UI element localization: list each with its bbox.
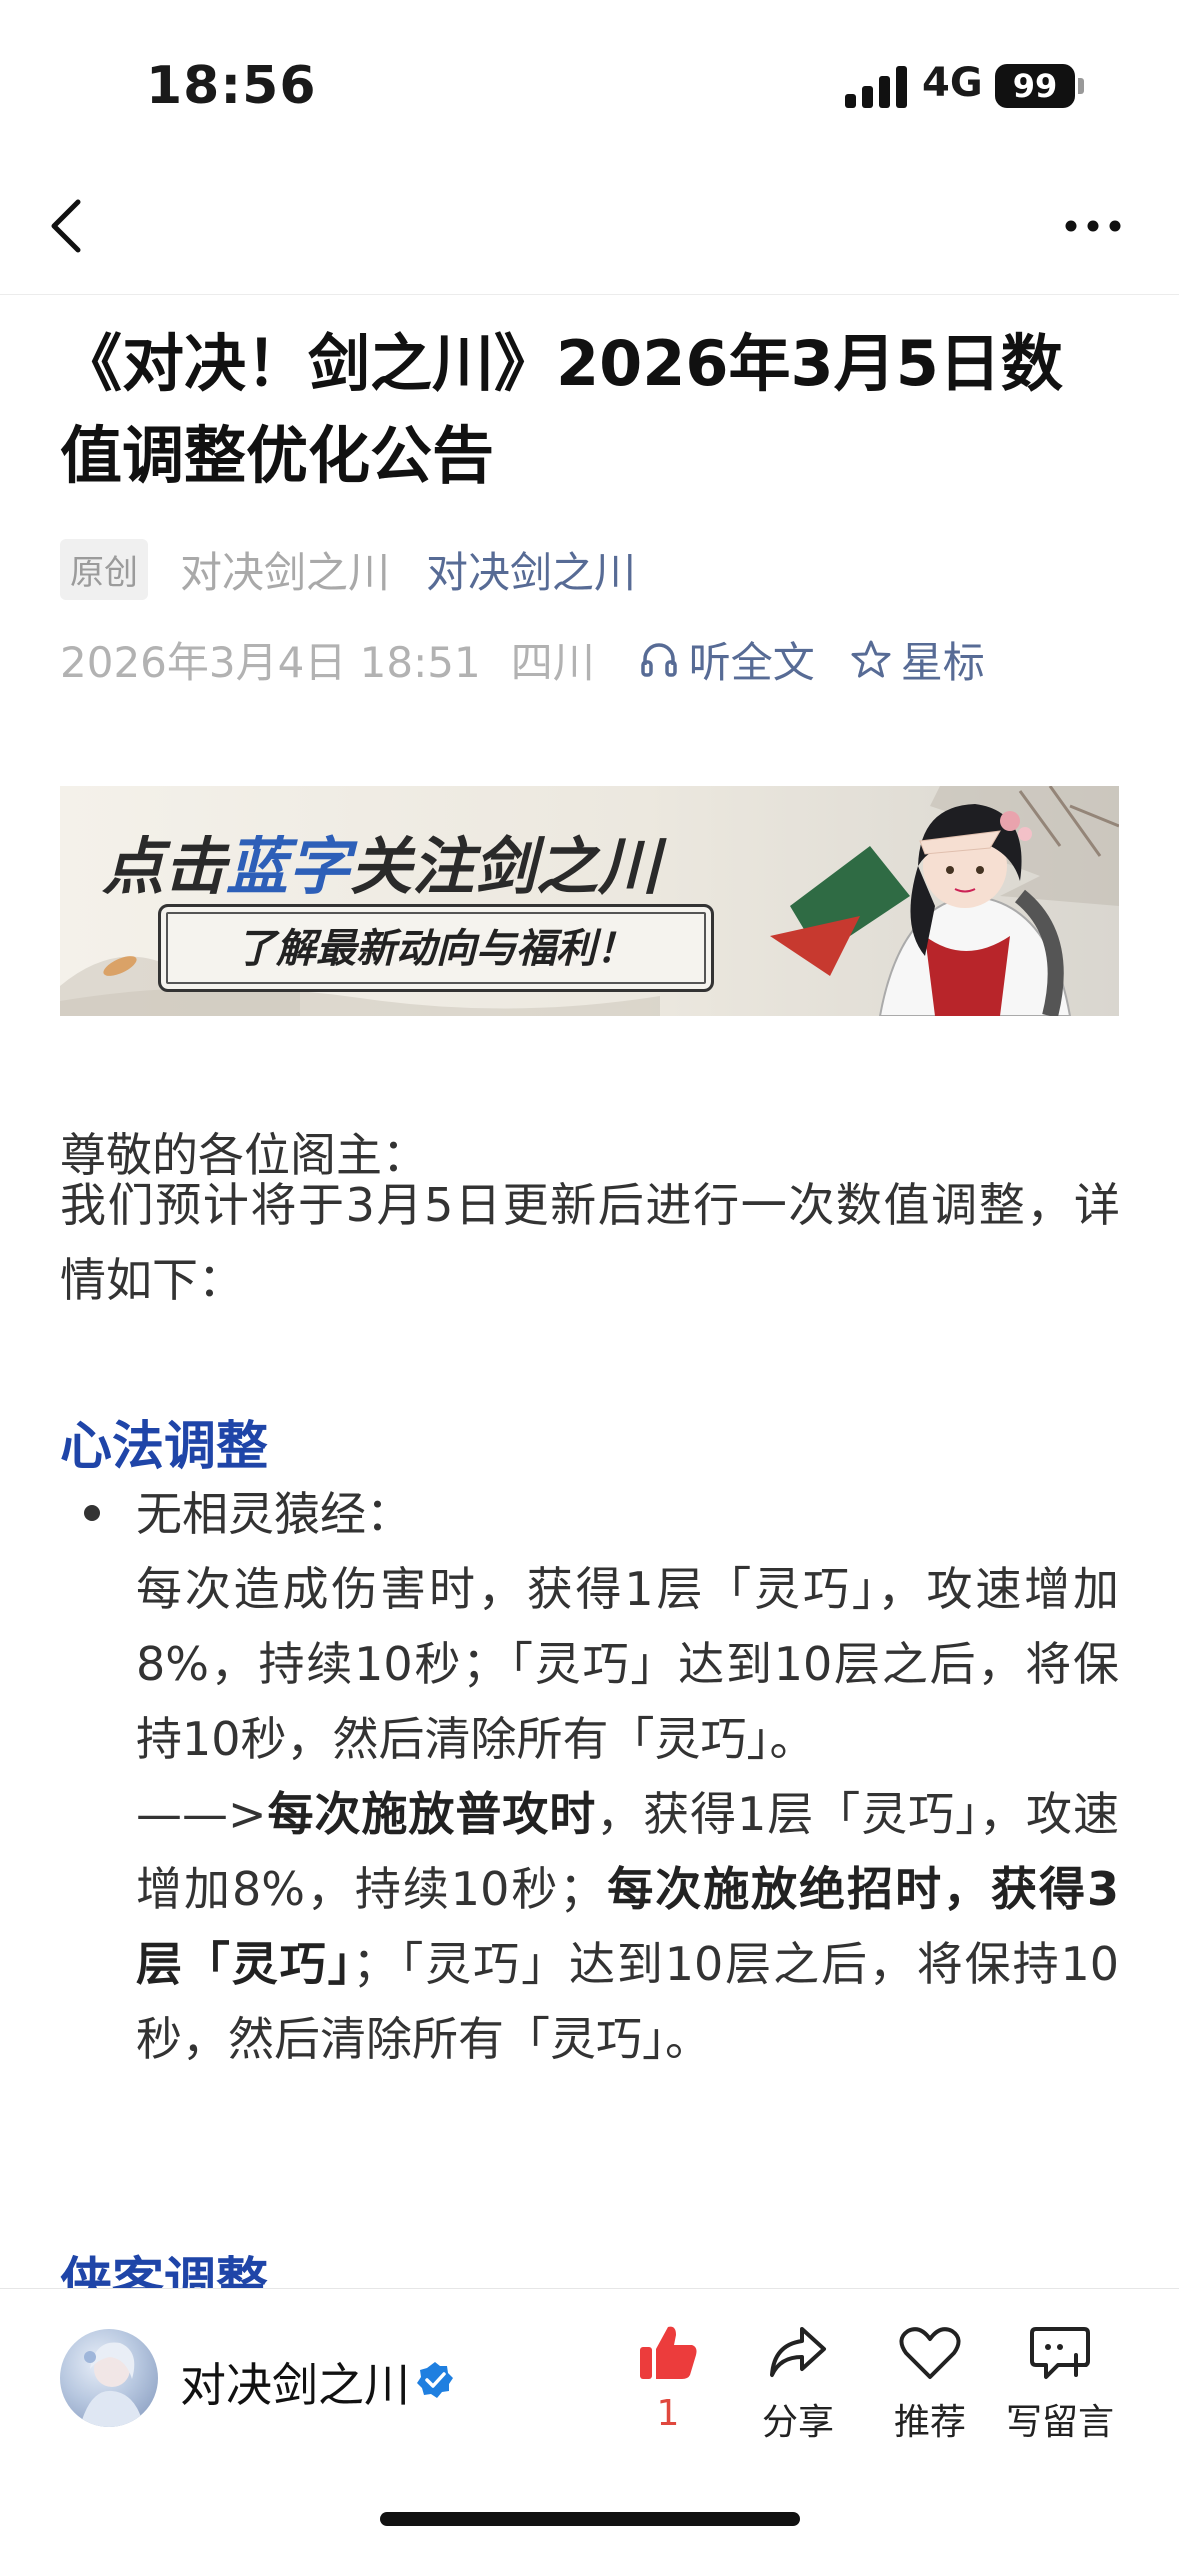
share-icon xyxy=(770,2327,826,2377)
battery-icon: 99 xyxy=(995,64,1075,108)
follow-banner[interactable]: 点击蓝字关注剑之川 了解最新动向与福利！ xyxy=(60,786,1119,1016)
item-new-effect: ——>每次施放普攻时，获得1层「灵巧」，攻速增加8%，持续10秒；每次施放绝招时… xyxy=(136,1787,1119,2066)
like-button[interactable]: 1 xyxy=(636,2323,700,2434)
verified-badge-icon xyxy=(417,2362,453,2398)
character-illustration xyxy=(770,804,1072,1016)
publish-date: 2026年3月4日 18:51 xyxy=(60,637,481,687)
headphones-icon xyxy=(640,643,677,677)
status-time: 18:56 xyxy=(146,56,317,116)
thumbs-up-icon xyxy=(640,2326,697,2379)
section-heading-xinfa: 心法调整 xyxy=(60,1417,269,1477)
account-avatar[interactable] xyxy=(60,2329,158,2427)
recommend-button[interactable]: 推荐 xyxy=(894,2323,966,2445)
list-bullet xyxy=(84,1505,100,1521)
back-arrow-icon[interactable] xyxy=(46,194,86,258)
share-button[interactable]: 分享 xyxy=(762,2323,834,2445)
star-label: 星标 xyxy=(900,637,985,687)
account-link[interactable]: 对决剑之川 xyxy=(426,539,636,600)
more-options-icon[interactable] xyxy=(1064,214,1122,238)
comment-icon xyxy=(1030,2327,1090,2379)
nav-bar xyxy=(0,170,1179,295)
item-name: 无相灵猿经： xyxy=(136,1487,412,1541)
comment-label: 写留言 xyxy=(1006,2402,1115,2443)
home-indicator[interactable] xyxy=(380,2512,800,2526)
star-button[interactable]: 星标 xyxy=(851,629,985,690)
share-label: 分享 xyxy=(762,2402,835,2443)
article-title: 《对决！剑之川》2026年3月5日数值调整优化公告 xyxy=(60,327,1063,492)
battery-tip xyxy=(1078,78,1084,94)
article-meta-date: 2026年3月4日 18:51 四川 听全文 星标 xyxy=(60,628,985,690)
heart-icon xyxy=(899,2327,961,2379)
account-name[interactable]: 对决剑之川 xyxy=(180,2349,410,2415)
author-name: 对决剑之川 xyxy=(180,547,391,597)
recommend-label: 推荐 xyxy=(894,2402,967,2443)
item-old-effect: 每次造成伤害时，获得1层「灵巧」，攻速增加8%，持续10秒；「灵巧」达到10层之… xyxy=(136,1562,1119,1766)
signal-icon xyxy=(845,66,907,108)
banner-subtitle: 了解最新动向与福利！ xyxy=(158,904,714,992)
list-item: 无相灵猿经： 每次造成伤害时，获得1层「灵巧」，攻速增加8%，持续10秒；「灵巧… xyxy=(136,1477,1119,2077)
like-count: 1 xyxy=(656,2393,680,2434)
status-bar: 18:56 4G 99 xyxy=(0,0,1179,170)
banner-headline: 点击蓝字关注剑之川 xyxy=(102,830,661,903)
avatar-illustration xyxy=(80,2342,144,2427)
publish-location: 四川 xyxy=(510,637,595,687)
original-tag: 原创 xyxy=(60,538,148,600)
listen-label: 听全文 xyxy=(688,637,815,687)
network-type: 4G xyxy=(922,60,983,106)
listen-button[interactable]: 听全文 xyxy=(639,629,815,690)
star-icon xyxy=(851,640,891,678)
article-meta-source: 原创 对决剑之川 对决剑之川 xyxy=(60,538,636,600)
comment-button[interactable]: 写留言 xyxy=(1006,2323,1114,2445)
intro-text: 我们预计将于3月5日更新后进行一次数值调整，详情如下： xyxy=(60,1178,1120,1307)
